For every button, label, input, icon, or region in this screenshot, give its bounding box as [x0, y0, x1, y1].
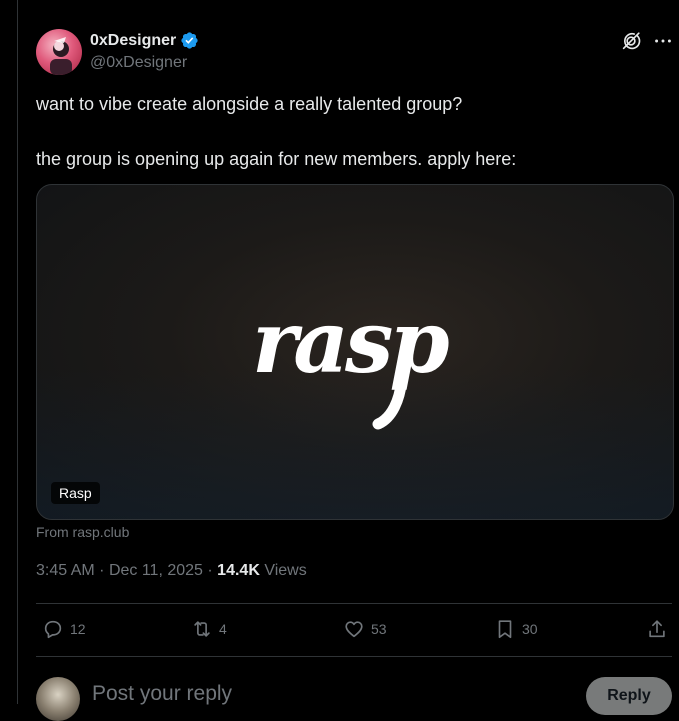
views-count: 14.4K [217, 562, 260, 579]
tweet-date[interactable]: Dec 11, 2025 [109, 562, 203, 579]
like-button[interactable]: 53 [343, 618, 387, 640]
share-icon [649, 620, 665, 638]
tweet-line: want to vibe create alongside a really t… [36, 94, 463, 114]
tweet-meta: 3:45 AM · Dec 11, 2025 · 14.4K Views [36, 562, 307, 580]
tweet-text: want to vibe create alongside a really t… [36, 92, 656, 171]
more-icon[interactable] [652, 30, 674, 52]
repost-icon [194, 621, 210, 637]
reply-icon [44, 620, 62, 639]
reply-count: 12 [70, 621, 86, 637]
share-button[interactable] [646, 618, 668, 640]
bookmark-count: 30 [522, 621, 538, 637]
bookmark-button[interactable]: 30 [494, 618, 538, 640]
card-title-badge: Rasp [51, 482, 100, 504]
reply-input[interactable] [92, 682, 562, 706]
grok-icon[interactable] [620, 30, 642, 52]
card-source[interactable]: From rasp.club [36, 524, 129, 540]
reply-submit-button[interactable]: Reply [586, 677, 672, 715]
author-handle[interactable]: @0xDesigner [90, 54, 187, 72]
repost-count: 4 [219, 621, 227, 637]
timeline-border [17, 0, 18, 704]
repost-button[interactable]: 4 [191, 618, 227, 640]
rasp-logo: rasp [252, 300, 453, 430]
bookmark-icon [498, 620, 512, 639]
author-avatar[interactable] [36, 29, 82, 75]
like-count: 53 [371, 621, 387, 637]
meta-separator: · [99, 562, 105, 579]
rasp-logo-wordmark: rasp [252, 300, 449, 393]
tweet-time[interactable]: 3:45 AM [36, 562, 95, 579]
like-icon [345, 621, 363, 638]
verified-badge-icon[interactable] [180, 31, 199, 50]
reply-button[interactable]: 12 [42, 618, 86, 640]
link-card[interactable]: rasp Rasp [36, 184, 674, 520]
current-user-avatar[interactable] [36, 677, 80, 721]
divider [36, 656, 672, 657]
author-name[interactable]: 0xDesigner [90, 31, 199, 50]
views-label: Views [264, 562, 307, 579]
tweet-line: the group is opening up again for new me… [36, 149, 517, 169]
author-display-name[interactable]: 0xDesigner [90, 32, 176, 50]
divider [36, 603, 672, 604]
meta-separator: · [207, 562, 213, 579]
